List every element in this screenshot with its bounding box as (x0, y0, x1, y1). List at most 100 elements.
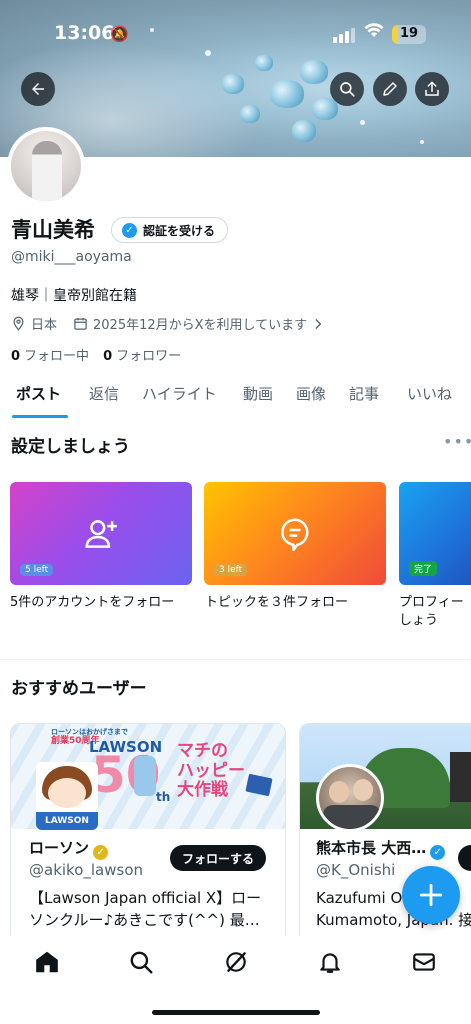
banner-slogan-line: ハッピー (177, 760, 245, 781)
user-handle: @K_Onishi (316, 861, 396, 879)
banner-glint (420, 140, 424, 144)
tab-likes[interactable]: いいね (407, 383, 452, 404)
follow-button[interactable] (458, 845, 471, 871)
profile-tabs: ポスト 返信 ハイライト 動画 画像 記事 いいね (0, 383, 471, 419)
plus-icon (419, 883, 443, 907)
user-name-text: 熊本市長 大西… (316, 839, 427, 857)
battery-icon: 19 (392, 25, 426, 44)
banner-castle (450, 752, 471, 802)
location-icon (13, 316, 24, 331)
grok-icon (226, 952, 246, 972)
setup-label: トピックを３件フォロー (205, 595, 349, 610)
banner-crystal (312, 98, 338, 120)
avatar-shirts (323, 805, 381, 829)
recommended-title: おすすめユーザー (11, 679, 147, 699)
nav-search[interactable] (128, 949, 154, 975)
avatar[interactable] (7, 127, 85, 205)
banner-glint (360, 120, 365, 125)
followers-link[interactable]: 0 フォロワー (103, 345, 181, 364)
following-link[interactable]: 0 フォロー中 (11, 345, 89, 364)
profile-location: 日本 (31, 318, 58, 333)
avatar-person (329, 781, 349, 803)
banner-bottle (134, 756, 156, 796)
following-count: 0 (11, 349, 21, 364)
user-name-text: ローソン (29, 839, 90, 857)
tab-indicator (12, 415, 68, 418)
search-icon (130, 951, 153, 974)
user-description-line: 【Lawson Japan official X】ロー (29, 889, 262, 907)
status-bar: 13:06 🔕 19 (0, 22, 471, 48)
mail-icon (413, 953, 435, 971)
share-button[interactable] (415, 72, 449, 106)
user-avatar-onishi[interactable] (316, 764, 384, 832)
follow-button[interactable]: フォローする (170, 845, 267, 871)
back-button[interactable] (21, 72, 55, 106)
signal-bar (333, 37, 337, 43)
banner-slogan-line: 大作戦 (177, 780, 228, 801)
setup-label: 5件のアカウントをフォロー (10, 595, 175, 610)
setup-title: 設定しましょう (11, 437, 130, 457)
profile-joined: 2025年12月からXを利用しています (93, 318, 308, 333)
nav-grok[interactable] (223, 949, 249, 975)
following-label: フォロー中 (24, 349, 90, 364)
banner-th: th (156, 790, 171, 804)
wifi-icon (364, 22, 384, 43)
nav-messages[interactable] (411, 949, 437, 975)
user-description-line: ソンクルー♪あきこです(^^) 最… (29, 910, 260, 929)
avatar-figure (32, 141, 62, 201)
tab-replies[interactable]: 返信 (89, 383, 119, 404)
user-avatar-lawson[interactable]: LAWSON (36, 762, 98, 830)
setup-card-profile[interactable]: 完了 (399, 482, 471, 585)
home-icon (36, 951, 58, 973)
verified-badge-icon: ✓ (93, 845, 109, 860)
signal-icon (333, 27, 359, 43)
setup-label-line: プロフィー (399, 595, 464, 610)
banner-crystal (270, 80, 304, 108)
status-time: 13:06 (54, 22, 115, 44)
nav-notifications[interactable] (317, 949, 343, 975)
setup-badge: 完了 (409, 561, 438, 576)
tab-videos[interactable]: 動画 (243, 383, 273, 404)
user-card-lawson[interactable]: ローソンはおかげさまで 創業50周年 LAWSON 50 th マチの ハッピー… (10, 723, 286, 943)
setup-badge: 3 left (214, 564, 248, 576)
setup-badge: 5 left (20, 564, 54, 576)
tab-media[interactable]: 画像 (296, 383, 326, 404)
setup-label-line: しょう (399, 613, 439, 629)
signal-bar (339, 34, 343, 43)
section-divider (0, 659, 471, 660)
banner-slogan-line: マチの (177, 741, 228, 761)
compose-button[interactable] (402, 866, 460, 924)
banner-glint (205, 50, 211, 56)
profile-meta: 日本 2025年12月からXを利用しています (11, 314, 325, 333)
home-indicator[interactable] (152, 1010, 320, 1015)
calendar-icon (74, 317, 87, 330)
pencil-icon (383, 82, 397, 96)
banner-crystal (255, 55, 273, 71)
tab-highlights[interactable]: ハイライト (142, 383, 217, 404)
user-handle: @akiko_lawson (29, 861, 144, 879)
user-name: ローソン ✓ (29, 837, 109, 860)
search-button[interactable] (330, 72, 364, 106)
tab-posts[interactable]: ポスト (16, 383, 61, 404)
profile-banner[interactable]: 13:06 🔕 19 (0, 0, 471, 157)
chevron-right-icon[interactable] (311, 317, 325, 331)
more-options-icon[interactable]: ••• (443, 432, 471, 451)
user-name: 熊本市長 大西… ✓ (316, 837, 446, 860)
tab-articles[interactable]: 記事 (349, 383, 379, 404)
setup-label: プロフィー しょう (399, 594, 464, 630)
follow-stats: 0 フォロー中 0 フォロワー (11, 345, 181, 364)
user-description: 【Lawson Japan official X】ロー ソンクルー♪あきこです(… (29, 888, 281, 932)
banner-crystal (222, 74, 244, 94)
verified-badge-icon: ✓ (122, 222, 137, 238)
bell-mute-icon: 🔕 (110, 25, 129, 43)
nav-home[interactable] (34, 949, 60, 975)
setup-card-follow-topics[interactable]: 3 left (204, 482, 386, 585)
edit-button[interactable] (373, 72, 407, 106)
get-verified-label: 認証を受ける (143, 223, 216, 238)
arrow-left-icon (32, 83, 44, 95)
profile-bio: 雄琴｜皇帝別館在籍 (11, 288, 137, 304)
bell-icon (320, 953, 340, 973)
get-verified-button[interactable]: ✓ 認証を受ける (111, 217, 229, 243)
banner-slogan: マチの ハッピー 大作戦 (177, 741, 245, 801)
setup-card-follow-accounts[interactable]: 5 left (10, 482, 192, 585)
